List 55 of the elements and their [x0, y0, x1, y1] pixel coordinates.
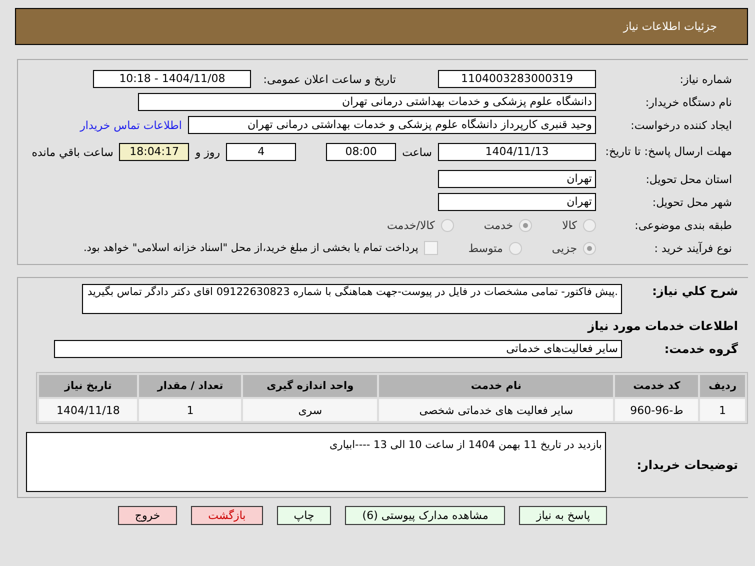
deadline-time-field: 08:00: [326, 143, 396, 161]
buyer-name-field: دانشگاه علوم پزشکی و خدمات بهداشتی درمانی تهران: [138, 93, 596, 111]
field-label: تاریخ و ساعت اعلان عمومی:: [263, 72, 396, 86]
table-cell: 1: [139, 399, 242, 421]
table-cell: سری: [243, 399, 378, 421]
announce-date-field: 1404/11/08 - 10:18: [93, 70, 252, 88]
buyer-notes-textarea[interactable]: بازدید در تاریخ 11 بهمن 1404 از ساعت 10 الی 13 ----ابیاری: [26, 432, 606, 492]
category-radio[interactable]: خدمت: [484, 218, 532, 232]
days-field: 4: [226, 143, 296, 161]
table-cell: ط-96-960: [615, 399, 698, 421]
field-label: توضیحات خریدار:: [636, 458, 739, 472]
field-label: نوع فرآیند خرید :: [653, 242, 733, 254]
creator-field: وحید قنبری کارپرداز دانشگاه علوم پزشکی و خدمات بهداشتی درمانی تهران: [188, 116, 596, 134]
table-cell: 1: [700, 399, 745, 421]
column-header: کد خدمت: [615, 375, 698, 397]
action-button[interactable]: مشاهده مدارک پیوستی (6): [345, 506, 506, 525]
column-header: نام خدمت: [379, 375, 614, 397]
province-field: تهران: [438, 170, 596, 188]
field-label: طبقه بندی موضوعی:: [634, 218, 733, 232]
column-header: تعداد / مقدار: [139, 375, 242, 397]
process-radio[interactable]: جزیی: [552, 242, 596, 254]
action-button[interactable]: پاسخ به نیاز: [519, 506, 608, 525]
category-radio[interactable]: کالا: [562, 218, 596, 232]
field-label: استان محل تحویل:: [644, 172, 733, 186]
action-button[interactable]: خروج: [118, 506, 178, 525]
deadline-date-field: 1404/11/13: [438, 143, 596, 161]
column-header: ردیف: [700, 375, 745, 397]
city-field: تهران: [438, 193, 596, 211]
days-label: روز و: [195, 146, 220, 158]
remaining-label: ساعت باقي مانده: [32, 146, 114, 158]
field-label: گروه خدمت:: [663, 342, 739, 356]
table-cell: 1404/11/18: [39, 399, 138, 421]
payment-checkbox[interactable]: [424, 241, 438, 255]
column-header: واحد اندازه گیری: [243, 375, 378, 397]
action-button[interactable]: چاپ: [276, 506, 332, 525]
field-label: شهر محل تحویل:: [651, 196, 733, 208]
section-heading: اطلاعات خدمات مورد نیاز: [588, 319, 739, 333]
category-radio[interactable]: کالا/خدمت: [387, 218, 454, 232]
payment-note: پرداخت تمام یا بخشی از مبلغ خرید،از محل "اسناد خزانه اسلامی" خواهد بود.: [83, 242, 418, 254]
table-cell: سایر فعالیت های خدماتی شخصی: [379, 399, 614, 421]
field-label: ایجاد کننده درخواست:: [630, 118, 733, 132]
field-label: شماره نیاز:: [678, 72, 733, 86]
action-button[interactable]: بازگشت: [191, 506, 263, 525]
need-number-field: 1104003283000319: [438, 70, 596, 88]
column-header: تاریخ نیاز: [39, 375, 138, 397]
field-label: مهلت ارسال پاسخ: تا تاریخ:: [604, 145, 733, 159]
description-textarea[interactable]: .پیش فاکتور- تمامی مشخصات در فایل در پیوست-جهت هماهنگی با شماره 09122630823 اقای دکتر دادگر تماس بگیرید: [82, 284, 622, 314]
service-group-field: سایر فعالیت‌های خدماتی: [54, 340, 622, 358]
buyer-contact-link[interactable]: اطلاعات تماس خریدار: [80, 118, 182, 132]
page-title: جزئیات اطلاعات نیاز: [623, 20, 717, 33]
field-label: شرح کلي نیاز:: [651, 284, 739, 298]
field-label: نام دستگاه خریدار:: [644, 96, 733, 108]
process-radio[interactable]: متوسط: [468, 242, 522, 254]
remaining-time-field: 18:04:17: [119, 143, 190, 161]
time-label: ساعت: [402, 146, 432, 158]
